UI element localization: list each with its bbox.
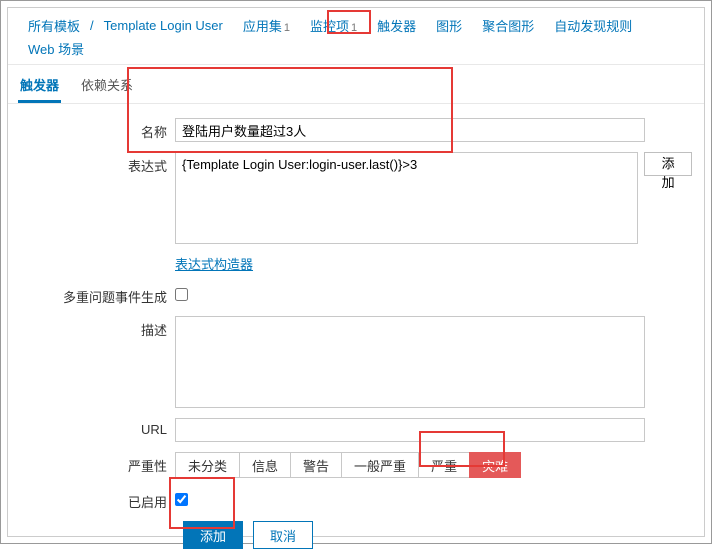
subtabs: 触发器 依赖关系	[8, 65, 704, 104]
name-input[interactable]	[175, 118, 645, 142]
add-expression-button[interactable]: 添加	[644, 152, 692, 176]
severity-label: 严重性	[20, 452, 175, 475]
breadcrumb: 所有模板 / Template Login User 应用集1 监控项1 触发器…	[8, 8, 704, 65]
multi-label: 多重问题事件生成	[20, 283, 175, 306]
severity-information[interactable]: 信息	[239, 452, 291, 478]
nav-items[interactable]: 监控项1	[300, 14, 367, 37]
multi-checkbox[interactable]	[175, 288, 188, 301]
cancel-button[interactable]: 取消	[253, 521, 313, 549]
severity-group: 未分类 信息 警告 一般严重 严重 灾难	[175, 452, 521, 478]
breadcrumb-template[interactable]: Template Login User	[94, 16, 233, 35]
nav-graphs[interactable]: 图形	[426, 14, 472, 37]
description-input[interactable]	[175, 316, 645, 408]
nav-web[interactable]: Web 场景	[18, 37, 94, 60]
nav-triggers[interactable]: 触发器	[367, 14, 426, 37]
severity-average[interactable]: 一般严重	[341, 452, 419, 478]
tab-dependencies[interactable]: 依赖关系	[79, 71, 135, 103]
trigger-form: 名称 表达式 {Template Login User:login-user.l…	[8, 104, 704, 559]
nav-discovery[interactable]: 自动发现规则	[544, 14, 642, 37]
name-label: 名称	[20, 118, 175, 141]
severity-warning[interactable]: 警告	[290, 452, 342, 478]
nav-screens[interactable]: 聚合图形	[472, 14, 544, 37]
severity-high[interactable]: 严重	[418, 452, 470, 478]
breadcrumb-root[interactable]: 所有模板	[18, 14, 90, 37]
expression-label: 表达式	[20, 152, 175, 175]
tab-trigger[interactable]: 触发器	[18, 71, 61, 103]
enabled-label: 已启用	[20, 488, 175, 511]
url-label: URL	[20, 418, 175, 437]
desc-label: 描述	[20, 316, 175, 339]
nav-applications[interactable]: 应用集1	[233, 14, 300, 37]
enabled-checkbox[interactable]	[175, 493, 188, 506]
severity-not-classified[interactable]: 未分类	[175, 452, 240, 478]
submit-button[interactable]: 添加	[183, 521, 243, 549]
expression-input[interactable]: {Template Login User:login-user.last()}>…	[175, 152, 638, 244]
url-input[interactable]	[175, 418, 645, 442]
expression-constructor-link[interactable]: 表达式构造器	[175, 254, 253, 273]
severity-disaster[interactable]: 灾难	[469, 452, 521, 478]
